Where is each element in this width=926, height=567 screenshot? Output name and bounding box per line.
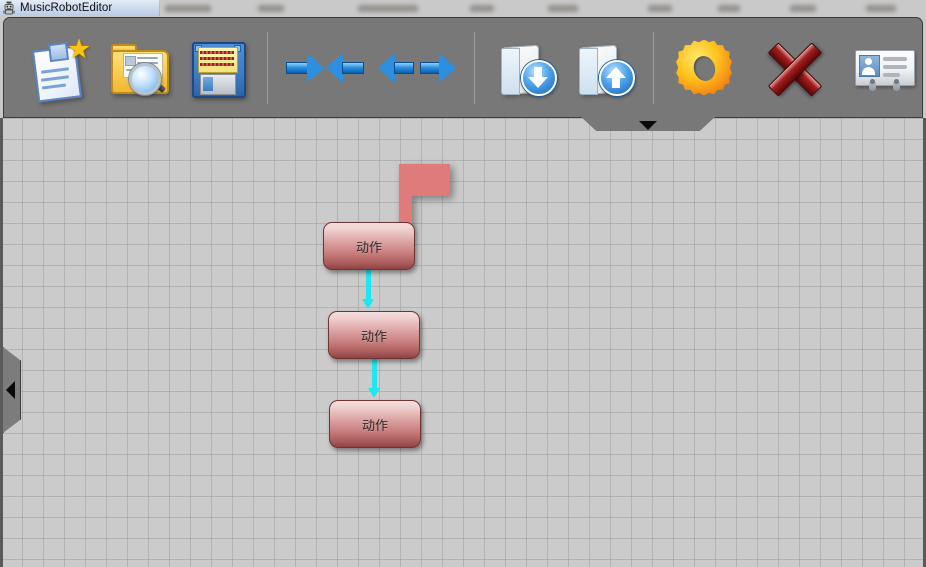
window-title: MusicRobotEditor (20, 2, 113, 14)
flow-node-label: 动作 (360, 329, 387, 345)
import-button[interactable] (486, 28, 564, 108)
left-panel-handle[interactable] (3, 347, 21, 433)
flowchart-canvas[interactable]: 动作 动作 动作 (0, 118, 926, 567)
main-toolbar: ★ (3, 17, 923, 118)
open-file-button[interactable] (100, 28, 178, 108)
delete-button[interactable] (755, 28, 833, 108)
application-window: MusicRobotEditor ★ 动作 动作 动作 (0, 0, 926, 567)
expand-view-button[interactable] (371, 28, 463, 108)
flow-node-action-1[interactable]: 动作 (323, 222, 415, 270)
chevron-left-icon (5, 381, 15, 399)
export-button[interactable] (564, 28, 642, 108)
chevron-down-icon (639, 121, 657, 130)
toolbar-separator (267, 31, 268, 104)
new-document-icon: ★ (29, 35, 93, 102)
arrows-in-icon (286, 48, 364, 88)
folder-download-icon (493, 36, 557, 100)
title-bar[interactable]: MusicRobotEditor (0, 0, 160, 16)
collapse-view-button[interactable] (279, 28, 371, 108)
red-cross-icon (762, 36, 826, 100)
toolbar-collapse-tab[interactable] (580, 116, 716, 131)
flow-node-action-2[interactable]: 动作 (328, 311, 420, 359)
new-document-button[interactable]: ★ (22, 28, 100, 108)
save-floppy-icon (185, 36, 249, 100)
open-folder-search-icon (107, 36, 171, 100)
about-button[interactable] (845, 28, 923, 108)
robot-icon (2, 1, 16, 15)
flow-node-label: 动作 (355, 240, 382, 256)
save-file-button[interactable] (178, 28, 256, 108)
flow-node-label: 动作 (361, 418, 388, 434)
gear-icon (672, 36, 736, 100)
id-card-icon (852, 36, 916, 100)
toolbar-separator-3 (653, 31, 654, 104)
arrows-out-icon (378, 48, 456, 88)
flow-node-action-3[interactable]: 动作 (329, 400, 421, 448)
toolbar-separator-2 (474, 31, 475, 104)
settings-button[interactable] (665, 28, 743, 108)
folder-upload-icon (571, 36, 635, 100)
